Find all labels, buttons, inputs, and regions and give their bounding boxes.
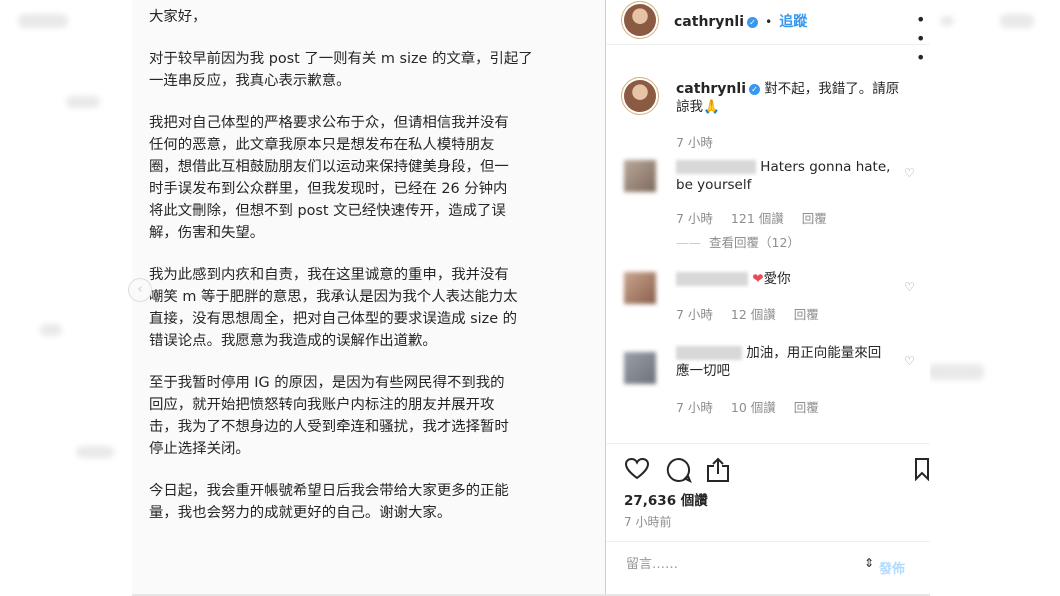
background-blur xyxy=(18,14,68,28)
comment-heart-icon[interactable]: ♡ xyxy=(904,280,915,294)
caption-time[interactable]: 7 小時 xyxy=(676,135,713,150)
view-replies-label: 查看回覆（12） xyxy=(709,235,800,250)
heart-icon[interactable] xyxy=(624,457,650,481)
verified-badge-icon: ✓ xyxy=(749,84,760,95)
statement-paragraph: 我为此感到内疚和自责，我在这里诚意的重申，我并没有 嘲笑 m 等于肥胖的意思，我… xyxy=(149,267,518,349)
follow-button[interactable]: 追蹤 xyxy=(779,14,807,30)
header-username[interactable]: cathrynli xyxy=(674,14,744,30)
comment-bar: ⇕ 發佈 xyxy=(606,541,930,596)
background-blur xyxy=(928,364,984,380)
background-blur xyxy=(76,446,114,458)
comment-heart-icon[interactable]: ♡ xyxy=(904,166,915,180)
comment-icon[interactable] xyxy=(666,457,692,483)
statement-text: 大家好， 对于较早前因为我 post 了一则有关 m size 的文章，引起了 … xyxy=(149,6,589,544)
post-button[interactable]: 發佈 xyxy=(879,558,905,577)
comment-reply-button[interactable]: 回覆 xyxy=(794,400,819,415)
statement-image: 大家好， 对于较早前因为我 post 了一则有关 m size 的文章，引起了 … xyxy=(132,0,608,594)
comment-meta: 7 小時 10 個讚 回覆 xyxy=(676,397,833,416)
comment-likes[interactable]: 121 個讚 xyxy=(731,211,784,226)
post-header: cathrynli ✓ • 追蹤 • • • xyxy=(606,0,930,67)
comment-likes[interactable]: 12 個讚 xyxy=(731,307,776,322)
comment-body: 愛你 xyxy=(763,271,791,287)
heart-emoji: ❤ xyxy=(752,271,764,287)
caption-username[interactable]: cathrynli xyxy=(676,81,746,97)
instagram-panel: cathrynli ✓ • 追蹤 • • • cathrynli ✓ 對不起，我錯了… xyxy=(606,0,930,596)
comment-text: Haters gonna hate, be yourself xyxy=(676,158,896,194)
verified-badge-icon: ✓ xyxy=(747,17,758,28)
header-user: cathrynli ✓ • 追蹤 xyxy=(674,11,807,31)
comment-reply-button[interactable]: 回覆 xyxy=(794,307,819,322)
separator-dot: • xyxy=(765,15,773,29)
sort-arrows-icon[interactable]: ⇕ xyxy=(864,556,874,570)
redacted-username xyxy=(676,272,748,286)
comment-text: 加油，用正向能量來回應一切吧 xyxy=(676,344,884,380)
statement-paragraph: 今日起，我会重开帳號希望日后我会带给大家更多的正能 量，我也会努力的成就更好的自… xyxy=(149,483,509,521)
background-blur xyxy=(1000,14,1034,28)
comment-input[interactable] xyxy=(624,556,848,573)
share-icon[interactable] xyxy=(706,457,730,483)
comment-time[interactable]: 7 小時 xyxy=(676,400,713,415)
comment-meta: 7 小時 12 個讚 回覆 xyxy=(676,304,833,323)
action-bar: 27,636 個讚 7 小時前 xyxy=(606,443,930,554)
view-replies-button[interactable]: —— 查看回覆（12） xyxy=(676,232,814,251)
redacted-username xyxy=(676,160,756,174)
caption-meta: 7 小時 xyxy=(676,132,727,151)
commenter-avatar[interactable] xyxy=(624,352,656,384)
caption-text: cathrynli ✓ 對不起，我錯了。請原諒我🙏 xyxy=(676,80,912,116)
background-blur xyxy=(66,96,100,108)
likes-count[interactable]: 27,636 個讚 xyxy=(624,489,708,509)
comment-meta: 7 小時 121 個讚 回覆 xyxy=(676,208,841,227)
avatar[interactable] xyxy=(624,80,656,112)
statement-paragraph: 我把对自己体型的严格要求公布于众，但请相信我并没有 任何的恶意，此文章我原本只是… xyxy=(149,115,509,241)
post-time: 7 小時前 xyxy=(624,515,672,529)
background-blur xyxy=(40,324,62,336)
redacted-username xyxy=(676,346,742,360)
commenter-avatar[interactable] xyxy=(624,272,656,304)
comment-likes[interactable]: 10 個讚 xyxy=(731,400,776,415)
comment-time[interactable]: 7 小時 xyxy=(676,211,713,226)
background-blur xyxy=(940,16,954,26)
comment-reply-button[interactable]: 回覆 xyxy=(802,211,827,226)
comment-heart-icon[interactable]: ♡ xyxy=(904,354,915,368)
ellipsis-icon[interactable]: • • • xyxy=(916,10,930,67)
statement-paragraph: 至于我暂时停用 IG 的原因，是因为有些网民得不到我的 回应，就开始把愤怒转向我… xyxy=(149,375,509,457)
commenter-avatar[interactable] xyxy=(624,160,656,192)
comment-text: ❤愛你 xyxy=(676,270,896,288)
comment-time[interactable]: 7 小時 xyxy=(676,307,713,322)
bookmark-icon[interactable] xyxy=(914,457,930,481)
carousel-prev-icon[interactable]: ‹ xyxy=(128,278,152,302)
avatar[interactable] xyxy=(624,4,656,36)
statement-paragraph: 对于较早前因为我 post 了一则有关 m size 的文章，引起了 一连串反应… xyxy=(149,51,533,89)
statement-greeting: 大家好， xyxy=(149,9,207,25)
